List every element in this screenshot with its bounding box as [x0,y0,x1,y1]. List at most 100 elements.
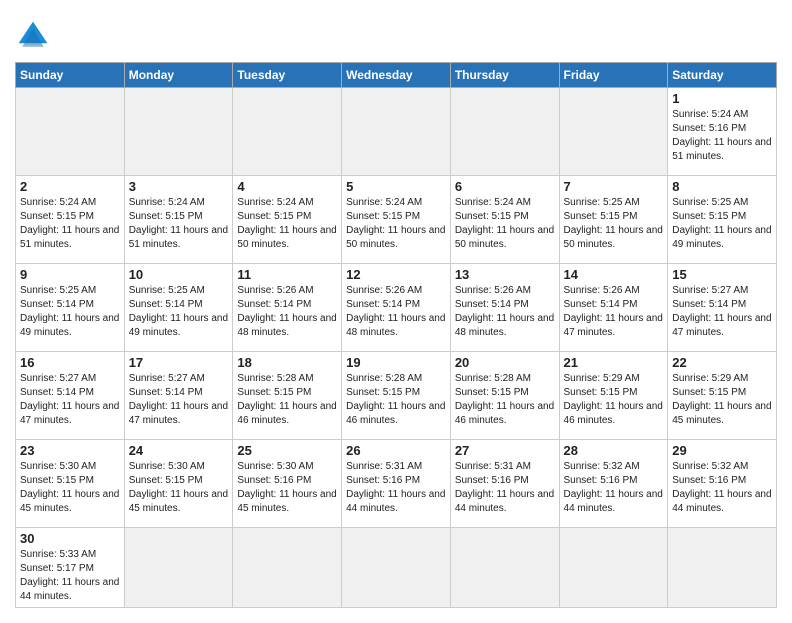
day-info: Sunrise: 5:30 AMSunset: 5:15 PMDaylight:… [20,460,120,516]
daylight-label: Daylight: 11 hours and 46 minutes. [237,401,336,426]
day-info: Sunrise: 5:25 AMSunset: 5:14 PMDaylight:… [20,284,120,340]
day-info: Sunrise: 5:25 AMSunset: 5:15 PMDaylight:… [564,196,664,252]
sunrise-label: Sunrise: 5:31 AM [346,461,422,472]
sunset-label: Sunset: 5:15 PM [564,211,638,222]
day-info: Sunrise: 5:25 AM Sunset: 5:15 PM Daylight:… [672,196,772,252]
sunrise-label: Sunrise: 5:27 AM [129,373,205,384]
daylight-label: Daylight: 11 hours and 47 minutes. [20,401,119,426]
day-info: Sunrise: 5:26 AMSunset: 5:14 PMDaylight:… [564,284,664,340]
header-day-thursday: Thursday [450,63,559,88]
day-number: 17 [129,355,229,370]
sunset-label: Sunset: 5:15 PM [237,211,311,222]
sunset-label: Sunset: 5:14 PM [346,299,420,310]
calendar-cell: 27Sunrise: 5:31 AMSunset: 5:16 PMDayligh… [450,440,559,528]
calendar-cell: 29Sunrise: 5:32 AMSunset: 5:16 PMDayligh… [668,440,777,528]
daylight-label: Daylight: 11 hours and 47 minutes. [129,401,228,426]
daylight-label: Daylight: 11 hours and 49 minutes. [20,313,119,338]
calendar-cell: 26Sunrise: 5:31 AMSunset: 5:16 PMDayligh… [342,440,451,528]
calendar-cell: 18Sunrise: 5:28 AMSunset: 5:15 PMDayligh… [233,352,342,440]
day-info: Sunrise: 5:27 AM Sunset: 5:14 PM Daylight:… [129,372,229,428]
daylight-label: Daylight: 11 hours and 44 minutes. [455,489,554,514]
calendar-cell: 4Sunrise: 5:24 AMSunset: 5:15 PMDaylight… [233,176,342,264]
day-info: Sunrise: 5:24 AMSunset: 5:15 PMDaylight:… [237,196,337,252]
sunrise-label: Sunrise: 5:26 AM [455,285,531,296]
day-info: Sunrise: 5:24 AMSunset: 5:15 PMDaylight:… [129,196,229,252]
day-info: Sunrise: 5:24 AMSunset: 5:15 PMDaylight:… [455,196,555,252]
day-info: Sunrise: 5:24 AMSunset: 5:15 PMDaylight:… [20,196,120,252]
calendar-cell [16,88,125,176]
header-day-tuesday: Tuesday [233,63,342,88]
daylight-label: Daylight: 11 hours and 46 minutes. [564,401,663,426]
day-number: 13 [455,267,555,282]
day-number: 21 [564,355,664,370]
day-info: Sunrise: 5:29 AM Sunset: 5:15 PM Daylight:… [564,372,664,428]
daylight-label: Daylight: 11 hours and 51 minutes. [20,225,119,250]
daylight-label: Daylight: 11 hours and 47 minutes. [672,313,771,338]
week-row-4: 23Sunrise: 5:30 AMSunset: 5:15 PMDayligh… [16,440,777,528]
sunset-label: Sunset: 5:15 PM [564,387,638,398]
sunset-label: Sunset: 5:15 PM [346,211,420,222]
sunrise-label: Sunrise: 5:24 AM [20,197,96,208]
daylight-label: Daylight: 11 hours and 48 minutes. [346,313,445,338]
sunrise-label: Sunrise: 5:28 AM [346,373,422,384]
day-number: 26 [346,443,446,458]
calendar-cell: 1Sunrise: 5:24 AMSunset: 5:16 PMDaylight… [668,88,777,176]
day-info: Sunrise: 5:27 AMSunset: 5:14 PMDaylight:… [672,284,772,340]
day-number: 8 [672,179,772,194]
calendar-cell: 16Sunrise: 5:27 AMSunset: 5:14 PMDayligh… [16,352,125,440]
day-info: Sunrise: 5:24 AMSunset: 5:15 PMDaylight:… [346,196,446,252]
week-row-1: 2Sunrise: 5:24 AMSunset: 5:15 PMDaylight… [16,176,777,264]
header-day-saturday: Saturday [668,63,777,88]
daylight-label: Daylight: 11 hours and 49 minutes. [672,225,771,250]
sunset-label: Sunset: 5:14 PM [129,387,203,398]
day-info: Sunrise: 5:25 AMSunset: 5:14 PMDaylight:… [129,284,229,340]
sunset-label: Sunset: 5:16 PM [346,475,420,486]
week-row-5: 30Sunrise: 5:33 AMSunset: 5:17 PMDayligh… [16,528,777,608]
calendar-header: SundayMondayTuesdayWednesdayThursdayFrid… [16,63,777,88]
daylight-label: Daylight: 11 hours and 46 minutes. [346,401,445,426]
day-number: 14 [564,267,664,282]
sunset-label: Sunset: 5:15 PM [455,387,529,398]
daylight-label: Daylight: 11 hours and 48 minutes. [455,313,554,338]
week-row-0: 1Sunrise: 5:24 AMSunset: 5:16 PMDaylight… [16,88,777,176]
calendar-cell: 10Sunrise: 5:25 AMSunset: 5:14 PMDayligh… [124,264,233,352]
calendar-cell: 6Sunrise: 5:24 AMSunset: 5:15 PMDaylight… [450,176,559,264]
sunset-label: Sunset: 5:16 PM [237,475,311,486]
daylight-label: Daylight: 11 hours and 47 minutes. [564,313,663,338]
sunset-label: Sunset: 5:16 PM [564,475,638,486]
daylight-label: Daylight: 11 hours and 50 minutes. [237,225,336,250]
day-number: 29 [672,443,772,458]
day-info: Sunrise: 5:31 AMSunset: 5:16 PMDaylight:… [346,460,446,516]
calendar-cell [342,528,451,608]
header-day-sunday: Sunday [16,63,125,88]
calendar-cell: 2Sunrise: 5:24 AMSunset: 5:15 PMDaylight… [16,176,125,264]
daylight-label: Daylight: 11 hours and 44 minutes. [20,577,119,602]
sunset-label: Sunset: 5:14 PM [20,387,94,398]
calendar-cell: 30Sunrise: 5:33 AMSunset: 5:17 PMDayligh… [16,528,125,608]
sunrise-label: Sunrise: 5:27 AM [20,373,96,384]
sunset-label: Sunset: 5:15 PM [346,387,420,398]
day-number: 18 [237,355,337,370]
calendar-cell [233,88,342,176]
sunrise-label: Sunrise: 5:30 AM [237,461,313,472]
sunrise-label: Sunrise: 5:31 AM [455,461,531,472]
daylight-label: Daylight: 11 hours and 50 minutes. [455,225,554,250]
sunset-label: Sunset: 5:15 PM [20,475,94,486]
day-info: Sunrise: 5:29 AMSunset: 5:15 PMDaylight:… [672,372,772,428]
sunrise-label: Sunrise: 5:32 AM [564,461,640,472]
sunrise-label: Sunrise: 5:33 AM [20,549,96,560]
sunset-label: Sunset: 5:15 PM [672,211,746,222]
sunrise-label: Sunrise: 5:24 AM [672,109,748,120]
daylight-label: Daylight: 11 hours and 45 minutes. [672,401,771,426]
header-day-monday: Monday [124,63,233,88]
calendar-cell [559,528,668,608]
sunrise-label: Sunrise: 5:29 AM [564,373,640,384]
day-number: 7 [564,179,664,194]
day-number: 20 [455,355,555,370]
calendar-cell: 19Sunrise: 5:28 AMSunset: 5:15 PMDayligh… [342,352,451,440]
sunrise-label: Sunrise: 5:28 AM [455,373,531,384]
calendar-body: 1Sunrise: 5:24 AMSunset: 5:16 PMDaylight… [16,88,777,608]
sunset-label: Sunset: 5:14 PM [129,299,203,310]
sunrise-label: Sunrise: 5:25 AM [672,197,748,208]
calendar-cell [559,88,668,176]
